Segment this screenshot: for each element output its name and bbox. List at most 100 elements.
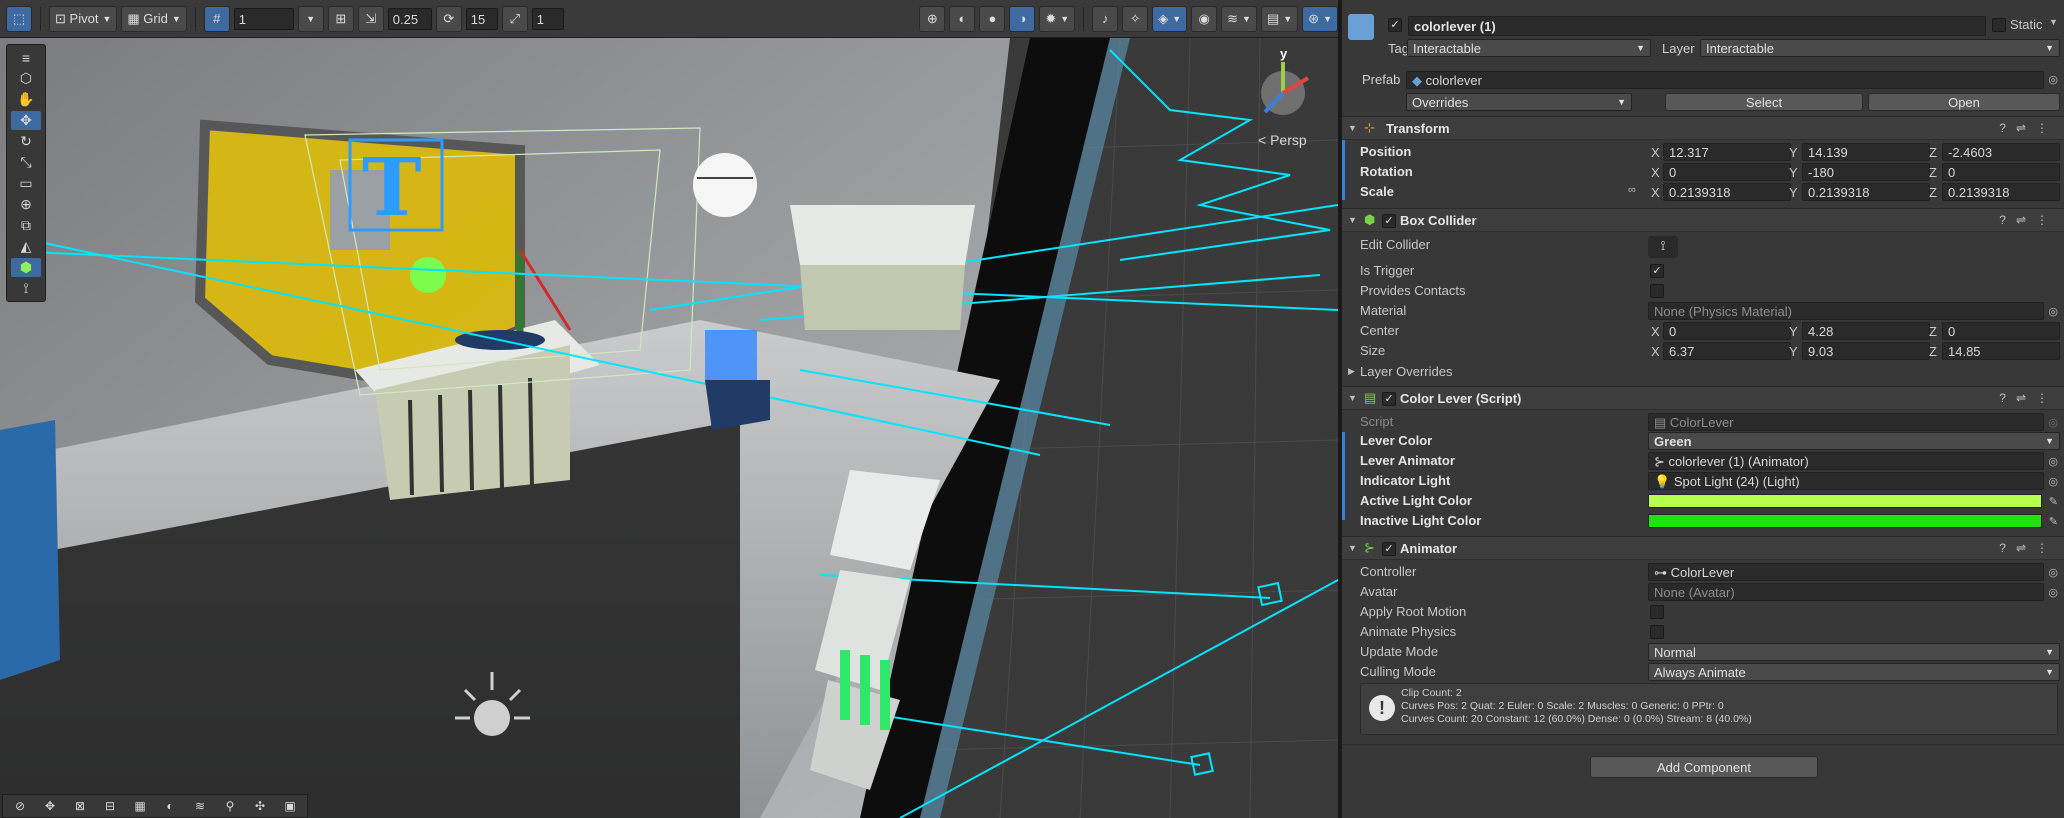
culling-mode-dropdown[interactable]: Always Animate ▼ (1648, 663, 2060, 681)
overrides-dropdown[interactable]: Overrides ▼ (1406, 93, 1632, 111)
scene-view[interactable]: T y < Persp ⬚ ⊡ Pivot ▼ ▦ Grid ▼ # 1 ▼ ⊞… (0, 0, 1338, 818)
gameobject-name-field[interactable]: colorlever (1) (1408, 16, 1986, 36)
view-cube-icon[interactable]: ⬡ (11, 69, 41, 88)
grid-snap-toggle[interactable]: # (203, 5, 230, 32)
more-icon[interactable]: ⋮ (2036, 541, 2058, 555)
editor-tool-icon[interactable]: ◭ (11, 237, 41, 256)
move-view-icon[interactable]: ✣ (246, 797, 274, 815)
rotate-tool-icon[interactable]: ↻ (11, 132, 41, 151)
scale-snap-icon[interactable]: ⤢ (501, 5, 528, 32)
move-tool-icon[interactable]: ✥ (11, 111, 41, 130)
foldout-arrow-icon[interactable]: ▼ (1348, 215, 1357, 225)
render-mode-dropdown[interactable]: ✹ ▼ (1039, 5, 1076, 32)
provides-contacts-checkbox[interactable] (1650, 284, 1664, 298)
rotation-x-field[interactable]: 0 (1663, 163, 1791, 181)
object-picker-icon[interactable]: ◎ (2048, 586, 2058, 599)
more-icon[interactable]: ⋮ (2036, 121, 2058, 135)
preset-icon[interactable]: ⇌ (2016, 213, 2036, 227)
overlay-icon[interactable]: ▤ ▼ (1260, 5, 1299, 32)
rotation-y-field[interactable]: -180 (1802, 163, 1930, 181)
help-icon[interactable]: ? (1999, 121, 2016, 135)
apply-root-motion-checkbox[interactable] (1650, 605, 1664, 619)
size-y-field[interactable]: 9.03 (1802, 342, 1930, 360)
help-icon[interactable]: ? (1999, 391, 2016, 405)
increment-snap-toggle[interactable]: ⊞ (327, 5, 354, 32)
effects-toggle-icon[interactable]: ✧ (1122, 5, 1149, 32)
chevron-down-icon[interactable]: ▼ (2049, 17, 2058, 27)
pivot-dropdown[interactable]: ⊡ Pivot ▼ (49, 5, 118, 32)
gameobject-active-checkbox[interactable]: ✓ (1388, 18, 1402, 32)
foldout-arrow-icon[interactable]: ▶ (1348, 366, 1355, 377)
static-checkbox[interactable] (1992, 18, 2006, 32)
scale-y-field[interactable]: 0.2139318 (1802, 183, 1930, 201)
more-icon[interactable]: ⋮ (2036, 213, 2058, 227)
help-icon[interactable]: ? (1999, 213, 2016, 227)
position-x-field[interactable]: 12.317 (1663, 143, 1791, 161)
shading-shaded-icon[interactable]: ● (979, 5, 1006, 32)
is-trigger-checkbox[interactable]: ✓ (1650, 264, 1664, 278)
link-icon[interactable]: ∞ (1628, 184, 1636, 196)
grid-plane-icon[interactable]: ▦ (126, 797, 154, 815)
material-field[interactable]: None (Physics Material) (1648, 302, 2044, 320)
orientation-gizmo-y[interactable]: y (1280, 46, 1287, 61)
collider-tool-icon[interactable]: ⬢ (11, 258, 41, 277)
foldout-arrow-icon[interactable]: ▼ (1348, 543, 1357, 553)
grid-size-field[interactable]: 1 (233, 7, 294, 30)
palette-menu-icon[interactable]: ≡ (11, 48, 41, 67)
foldout-arrow-icon[interactable]: ▼ (1348, 393, 1357, 403)
avatar-field[interactable]: None (Avatar) (1648, 583, 2044, 601)
center-x-field[interactable]: 0 (1663, 322, 1791, 340)
shading-wireframe-icon[interactable]: ◐ (949, 5, 976, 32)
move-snap-field[interactable]: 0.25 (387, 7, 432, 30)
size-z-field[interactable]: 14.85 (1942, 342, 2060, 360)
transform-header[interactable]: ▼ ⊹ Transform ?⇌⋮ (1342, 116, 2064, 140)
layers-toggle-icon[interactable]: ≋ (186, 797, 214, 815)
size-x-field[interactable]: 6.37 (1663, 342, 1791, 360)
rotation-z-field[interactable]: 0 (1942, 163, 2060, 181)
transform-tool-icon[interactable]: ⊕ (11, 195, 41, 214)
grid-size-dropdown[interactable]: ▼ (297, 5, 324, 32)
animator-enabled-checkbox[interactable]: ✓ (1382, 542, 1396, 556)
pan-icon[interactable]: ✥ (36, 797, 64, 815)
eyedropper-icon[interactable]: ✎ (2049, 515, 2058, 528)
scale-x-field[interactable]: 0.2139318 (1663, 183, 1791, 201)
zoom-icon[interactable]: ⚲ (216, 797, 244, 815)
move-snap-icon[interactable]: ⇲ (357, 5, 384, 32)
box-collider-header[interactable]: ▼ ⬢ ✓ Box Collider ?⇌⋮ (1342, 208, 2064, 232)
object-picker-icon[interactable]: ◎ (2048, 73, 2058, 86)
layers-icon[interactable]: ≋ ▼ (1221, 5, 1257, 32)
scale-z-field[interactable]: 0.2139318 (1942, 183, 2060, 201)
scale-tool-icon[interactable]: ⤡ (11, 153, 41, 172)
scene-render[interactable]: T (0, 0, 1338, 818)
eyedropper-icon[interactable]: ✎ (2049, 495, 2058, 508)
edit-points-icon[interactable]: ⟟ (11, 279, 41, 298)
lever-animator-field[interactable]: ⊱ colorlever (1) (Animator) (1648, 452, 2044, 470)
foldout-arrow-icon[interactable]: ▼ (1348, 123, 1357, 133)
edit-collider-button[interactable]: ⟟ (1648, 236, 1678, 258)
snap-grid-icon[interactable]: ⊠ (66, 797, 94, 815)
shading-textured-icon[interactable]: ◑ (1009, 5, 1036, 32)
help-icon[interactable]: ? (1999, 541, 2016, 555)
object-picker-icon[interactable]: ◎ (2048, 455, 2058, 468)
layer-dropdown[interactable]: Interactable ▼ (1700, 39, 2060, 57)
grid-dropdown[interactable]: ▦ Grid ▼ (121, 5, 187, 32)
controller-field[interactable]: ⊶ ColorLever (1648, 563, 2044, 581)
custom-tool-icon[interactable]: ⧉ (11, 216, 41, 235)
gizmos-icon[interactable]: ⊛ ▼ (1302, 5, 1338, 32)
active-light-color-swatch[interactable] (1648, 494, 2042, 508)
global-view-icon[interactable]: ⊕ (919, 5, 946, 32)
object-picker-icon[interactable]: ◎ (2048, 305, 2058, 318)
preset-icon[interactable]: ⇌ (2016, 391, 2036, 405)
update-mode-dropdown[interactable]: Normal ▼ (1648, 643, 2060, 661)
center-z-field[interactable]: 0 (1942, 322, 2060, 340)
object-picker-icon[interactable]: ◎ (2048, 566, 2058, 579)
preset-icon[interactable]: ⇌ (2016, 121, 2036, 135)
tag-dropdown[interactable]: Interactable ▼ (1407, 39, 1651, 57)
box-collider-enabled-checkbox[interactable]: ✓ (1382, 214, 1396, 228)
add-component-button[interactable]: Add Component (1590, 756, 1818, 778)
align-icon[interactable]: ⊟ (96, 797, 124, 815)
orbit-icon[interactable]: ⊘ (6, 797, 34, 815)
light-toggle-icon[interactable]: ◐ (156, 797, 184, 815)
position-z-field[interactable]: -2.4603 (1942, 143, 2060, 161)
preset-icon[interactable]: ⇌ (2016, 541, 2036, 555)
